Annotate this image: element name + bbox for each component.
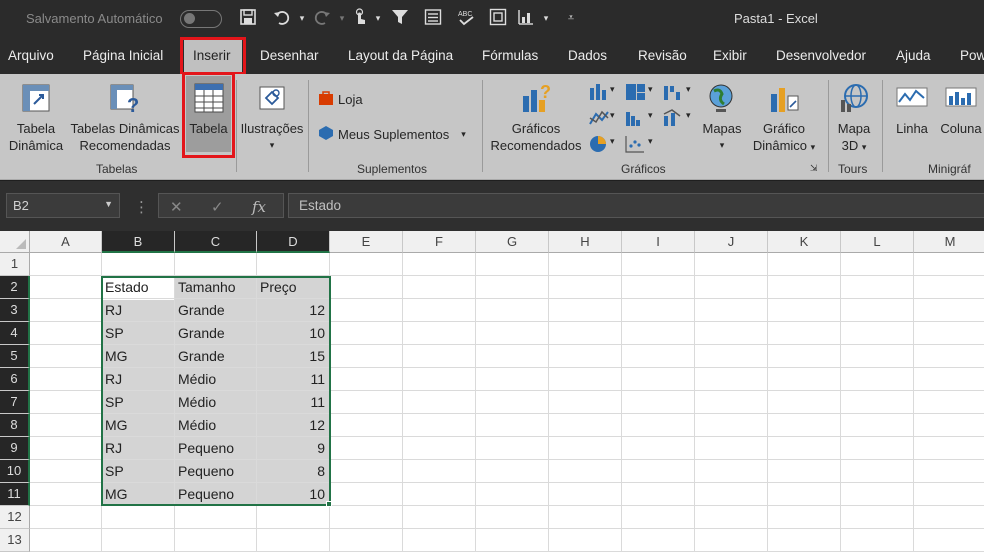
autosave-toggle[interactable] (180, 10, 222, 28)
row-header-11[interactable]: 11 (0, 483, 30, 506)
tabelas-recomendadas-label-1: Tabelas Dinâmicas (70, 121, 180, 136)
tab-ajuda[interactable]: Ajuda (896, 48, 931, 63)
row-header-7[interactable]: 7 (0, 391, 30, 414)
undo-dropdown-icon[interactable]: ▾ (292, 8, 312, 28)
svg-text:?: ? (127, 95, 139, 114)
column-header-h[interactable]: H (549, 231, 622, 253)
row-header-13[interactable]: 13 (0, 529, 30, 552)
highlight-tabela-button (182, 72, 235, 158)
recommended-pivot-icon: ? (109, 82, 141, 117)
ribbon-inserir: Tabela Dinâmica ? Tabelas Dinâmicas Reco… (0, 74, 984, 180)
tab-layout-da-pagina[interactable]: Layout da Página (348, 48, 453, 63)
excel-window: Salvamento Automático ▾ ▾ ▾ ABC ▾ ⩡ Past… (0, 0, 984, 552)
pivot-table-icon (20, 82, 52, 114)
column-header-d[interactable]: D (257, 231, 330, 253)
row-header-5[interactable]: 5 (0, 345, 30, 368)
column-header-k[interactable]: K (768, 231, 841, 253)
tabelas-dinamicas-recomendadas-button[interactable]: ? Tabelas Dinâmicas Recomendadas (69, 82, 181, 154)
save-icon[interactable] (238, 8, 258, 28)
row-header-9[interactable]: 9 (0, 437, 30, 460)
form-icon[interactable] (423, 8, 443, 28)
enter-icon[interactable]: ✓ (211, 198, 224, 216)
tab-dados[interactable]: Dados (568, 48, 607, 63)
column-header-g[interactable]: G (476, 231, 549, 253)
column-header-l[interactable]: L (841, 231, 914, 253)
row-header-10[interactable]: 10 (0, 460, 30, 483)
ribbon-tabs: Arquivo Página Inicial Layout da Página … (0, 38, 984, 74)
tab-exibir[interactable]: Exibir (713, 48, 747, 63)
row-header-6[interactable]: 6 (0, 368, 30, 391)
column-header-b[interactable]: B (102, 231, 175, 253)
insert-function-icon[interactable]: fx (252, 198, 266, 216)
formula-bar: B2 ▼ ⋮ ✕ ✓ fx Estado (0, 181, 984, 231)
row-header-4[interactable]: 4 (0, 322, 30, 345)
name-box-value: B2 (13, 198, 29, 213)
tab-desenvolvedor[interactable]: Desenvolvedor (776, 48, 866, 63)
gridline-horizontal (30, 528, 984, 529)
selection-border (101, 276, 331, 506)
select-all-triangle (16, 239, 26, 249)
select-all-corner[interactable] (0, 231, 30, 253)
autosave-label: Salvamento Automático (26, 11, 163, 26)
spelling-icon[interactable]: ABC (456, 8, 476, 28)
worksheet-grid[interactable]: A B C D E F G H I J K L M 1 2 3 4 5 6 7 8 9 10 11 12 13 Estado Tama… (0, 231, 984, 552)
column-header-j[interactable]: J (695, 231, 768, 253)
tab-pagina-inicial[interactable]: Página Inicial (83, 48, 163, 63)
column-header-f[interactable]: F (403, 231, 476, 253)
row-header-12[interactable]: 12 (0, 506, 30, 529)
cancel-icon[interactable]: ✕ (170, 198, 183, 216)
formula-input[interactable]: Estado (288, 193, 984, 218)
window-title: Pasta1 - Excel (734, 11, 818, 26)
name-box[interactable]: B2 ▼ (6, 193, 120, 218)
row-header-3[interactable]: 3 (0, 299, 30, 322)
column-header-i[interactable]: I (622, 231, 695, 253)
svg-text:ABC: ABC (458, 11, 472, 18)
redo-icon[interactable] (312, 8, 332, 28)
tabela-dinamica-button[interactable]: Tabela Dinâmica (4, 82, 68, 154)
column-header-m[interactable]: M (914, 231, 984, 253)
row-header-8[interactable]: 8 (0, 414, 30, 437)
tabelas-recomendadas-label-2: Recomendadas (79, 138, 171, 153)
tabela-dinamica-label-1: Tabela (16, 121, 56, 136)
tab-desenhar[interactable]: Desenhar (260, 48, 319, 63)
customize-qat-icon[interactable]: ⩡ (561, 8, 581, 28)
tab-revisao[interactable]: Revisão (638, 48, 687, 63)
screenshot-icon[interactable] (488, 8, 508, 28)
fill-handle[interactable] (326, 501, 332, 507)
row-header-2[interactable]: 2 (0, 276, 30, 299)
redo-dropdown-icon[interactable]: ▾ (332, 8, 352, 28)
more-options-icon[interactable]: ⋮ (134, 198, 149, 216)
column-header-c[interactable]: C (175, 231, 257, 253)
undo-icon[interactable] (272, 8, 292, 28)
touch-dropdown-icon[interactable]: ▾ (368, 8, 388, 28)
touch-mode-icon[interactable] (350, 8, 370, 28)
tab-arquivo[interactable]: Arquivo (8, 48, 54, 63)
name-box-dropdown-icon: ▼ (104, 199, 113, 209)
chart-dropdown-icon[interactable]: ▾ (536, 8, 556, 28)
title-bar: Salvamento Automático ▾ ▾ ▾ ABC ▾ ⩡ Past… (0, 0, 984, 38)
highlight-inserir-tab (180, 37, 246, 75)
filter-icon[interactable] (390, 8, 410, 28)
tab-power-pivot[interactable]: Pow (960, 48, 984, 63)
column-header-a[interactable]: A (30, 231, 102, 253)
toggle-knob (184, 13, 195, 24)
tab-formulas[interactable]: Fórmulas (482, 48, 538, 63)
row-header-1[interactable]: 1 (0, 253, 30, 276)
chart-select-icon[interactable] (516, 8, 536, 28)
tabela-dinamica-label-2: Dinâmica (8, 138, 64, 153)
column-header-e[interactable]: E (330, 231, 403, 253)
